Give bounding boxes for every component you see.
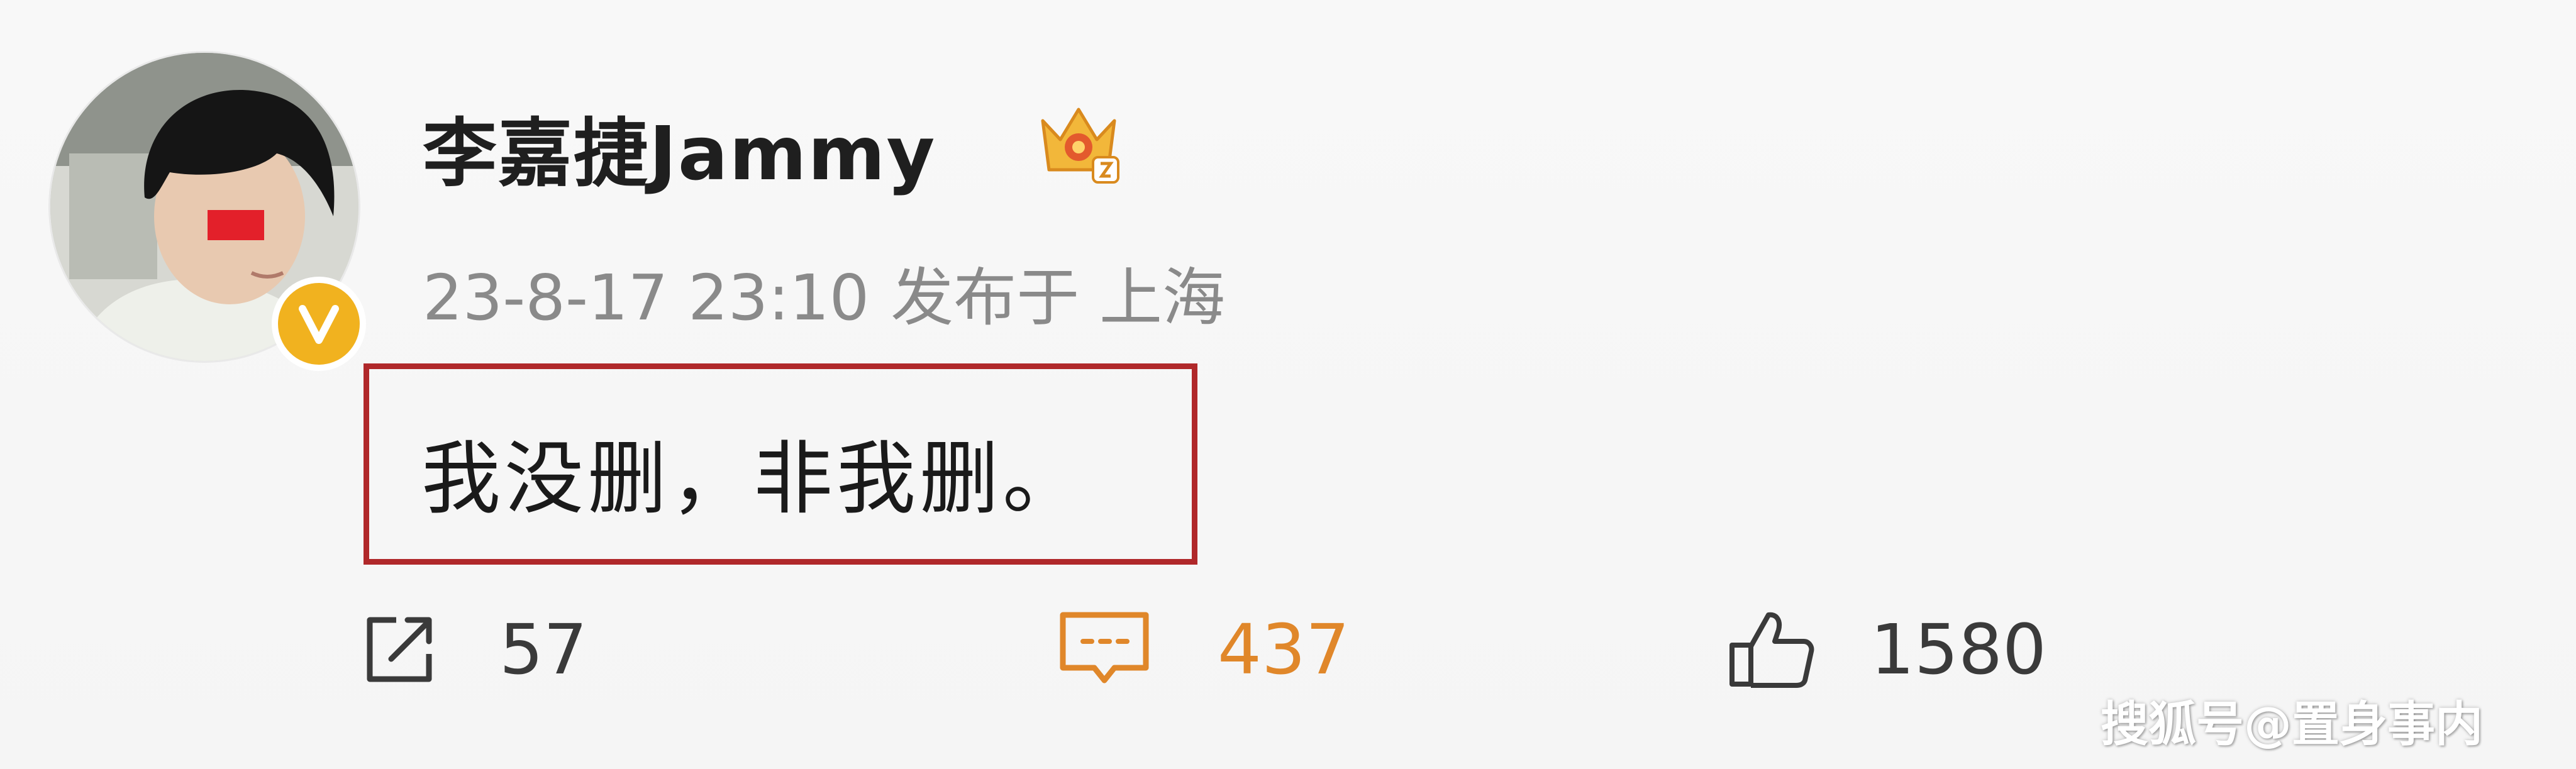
post-timestamp: 23-8-17 23:10 [423, 261, 870, 335]
comment-count: 437 [1218, 609, 1350, 690]
comment-button[interactable]: 437 [1054, 602, 1350, 697]
username[interactable]: 李嘉捷Jammy [423, 93, 936, 201]
weibo-post-card: 李嘉捷Jammy 23-8-17 23:10 发布于 上海 我没删，非我删。 57… [0, 0, 2576, 769]
share-icon [367, 617, 432, 682]
verified-v-icon [299, 305, 339, 344]
post-location: 发布于 上海 [891, 261, 1226, 335]
comment-icon [1060, 612, 1149, 683]
repost-count: 57 [499, 609, 587, 690]
like-button[interactable]: 1580 [1723, 602, 2046, 697]
verified-badge [272, 277, 366, 371]
watermark: 搜狐号@置身事内 [2101, 696, 2483, 752]
repost-button[interactable]: 57 [352, 602, 587, 697]
post-meta: 23-8-17 23:10 发布于 上海 [423, 246, 1225, 338]
thumbs-up-icon [1729, 612, 1814, 688]
like-count: 1580 [1870, 609, 2046, 690]
post-text: 我没删，非我删。 [421, 433, 1085, 525]
crown-icon[interactable] [1031, 96, 1126, 190]
